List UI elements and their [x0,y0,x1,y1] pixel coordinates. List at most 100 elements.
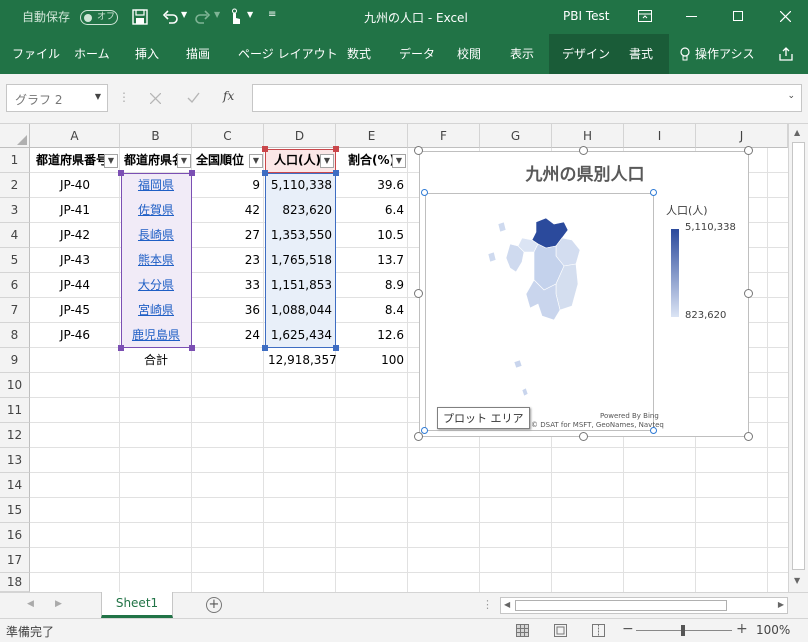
tab-file[interactable]: ファイル [12,43,60,65]
minimize-icon[interactable] [686,16,697,17]
range-handle[interactable] [333,345,339,351]
table-cell-rank[interactable]: 24 [192,323,264,348]
plot-area-handle[interactable] [650,189,657,196]
row-header[interactable]: 6 [0,273,30,298]
save-icon[interactable] [132,9,148,25]
column-header-f[interactable]: F [408,124,480,148]
maximize-icon[interactable] [733,11,743,21]
table-cell-prefecture[interactable]: 福岡県 [120,173,192,198]
close-icon[interactable] [780,11,791,22]
map-chart[interactable]: 九州の県別人口 人口(人) 5,110,338 823,620 プロット エリア… [419,151,749,437]
row-header[interactable]: 8 [0,323,30,348]
chart-title[interactable]: 九州の県別人口 [420,160,750,185]
tab-formulas[interactable]: 数式 [347,43,371,65]
horizontal-scrollbar[interactable]: ◀ ▶ [500,597,788,614]
column-header-b[interactable]: B [120,124,192,148]
ribbon-display-options-icon[interactable] [638,10,652,22]
range-handle[interactable] [189,170,195,176]
range-handle[interactable] [333,170,339,176]
table-cell-ratio[interactable]: 6.4 [336,198,408,223]
table-cell-rank[interactable]: 42 [192,198,264,223]
chart-resize-handle[interactable] [579,146,588,155]
table-cell-prefecture[interactable]: 熊本県 [120,248,192,273]
page-layout-view-icon[interactable] [554,624,567,637]
table-cell-ratio[interactable]: 8.9 [336,273,408,298]
row-header[interactable]: 15 [0,498,30,523]
scroll-right-icon[interactable]: ▶ [778,600,784,609]
tab-data[interactable]: データ [399,43,435,65]
zoom-slider[interactable] [636,625,732,636]
kyushu-map[interactable] [426,194,655,432]
table-cell-prefecture[interactable]: 宮崎県 [120,298,192,323]
table-cell-code[interactable]: JP-45 [30,298,120,323]
normal-view-icon[interactable] [516,624,529,637]
chart-resize-handle[interactable] [744,432,753,441]
range-handle[interactable] [333,146,339,152]
table-cell-code[interactable]: JP-46 [30,323,120,348]
table-cell-ratio[interactable]: 39.6 [336,173,408,198]
table-cell-rank[interactable]: 33 [192,273,264,298]
table-cell-code[interactable]: JP-40 [30,173,120,198]
row-header[interactable]: 7 [0,298,30,323]
cancel-icon[interactable] [150,93,161,104]
scroll-down-icon[interactable]: ▼ [794,576,800,585]
table-cell-prefecture[interactable]: 大分県 [120,273,192,298]
table-cell-code[interactable]: JP-44 [30,273,120,298]
table-cell-population[interactable]: 5,110,338 [264,173,336,198]
formula-input[interactable]: ⌄ [252,84,802,112]
table-cell-rank[interactable]: 27 [192,223,264,248]
redo-icon[interactable] [195,9,211,25]
tab-view[interactable]: 表示 [510,43,534,65]
redo-dropdown-icon[interactable]: ▼ [214,10,220,19]
tab-draw[interactable]: 描画 [186,43,210,65]
filter-dropdown-icon[interactable]: ▼ [104,154,118,168]
filter-dropdown-icon[interactable]: ▼ [392,154,406,168]
column-header-a[interactable]: A [30,124,120,148]
tell-me-box[interactable]: 操作アシス [695,43,755,65]
vertical-scrollbar[interactable]: ▲ ▼ [788,124,808,592]
table-cell-code[interactable]: JP-42 [30,223,120,248]
row-header[interactable]: 12 [0,423,30,448]
table-cell-population[interactable]: 1,625,434 [264,323,336,348]
column-header-i[interactable]: I [624,124,696,148]
table-cell-population[interactable]: 1,353,550 [264,223,336,248]
customize-qat-icon[interactable]: ≡ [268,9,276,20]
total-label-cell[interactable]: 合計 [120,348,192,373]
chart-resize-handle[interactable] [414,146,423,155]
scroll-sheets-right-icon[interactable]: ▶ [55,599,62,609]
plot-area-handle[interactable] [650,427,657,434]
zoom-out-icon[interactable]: − [622,621,634,637]
row-header[interactable]: 10 [0,373,30,398]
range-handle[interactable] [262,170,268,176]
zoom-level[interactable]: 100% [756,623,790,637]
insert-function-icon[interactable]: fx [223,89,234,103]
table-cell-prefecture[interactable]: 鹿児島県 [120,323,192,348]
table-cell-ratio[interactable]: 12.6 [336,323,408,348]
row-header[interactable]: 1 [0,148,30,173]
chevron-down-icon[interactable]: ▼ [95,92,101,101]
row-header[interactable]: 4 [0,223,30,248]
row-header[interactable]: 16 [0,523,30,548]
column-header-g[interactable]: G [480,124,552,148]
sheet-tab-sheet1[interactable]: Sheet1 [101,592,173,618]
undo-icon[interactable] [162,9,178,25]
column-header-d[interactable]: D [264,124,336,148]
share-icon[interactable] [778,46,794,62]
chart-resize-handle[interactable] [414,289,423,298]
column-header-e[interactable]: E [336,124,408,148]
scroll-up-icon[interactable]: ▲ [794,128,800,137]
select-all-corner[interactable] [0,124,30,148]
column-header-h[interactable]: H [552,124,624,148]
range-handle[interactable] [118,345,124,351]
horizontal-scroll-thumb[interactable] [515,600,727,611]
table-cell-population[interactable]: 1,088,044 [264,298,336,323]
table-cell-ratio[interactable]: 8.4 [336,298,408,323]
tab-insert[interactable]: 挿入 [135,43,159,65]
range-handle[interactable] [262,345,268,351]
row-header[interactable]: 5 [0,248,30,273]
chart-resize-handle[interactable] [744,146,753,155]
plot-area-handle[interactable] [421,427,428,434]
plot-area-handle[interactable] [421,189,428,196]
row-header[interactable]: 14 [0,473,30,498]
tab-splitter-icon[interactable]: ⋮ [482,598,493,611]
